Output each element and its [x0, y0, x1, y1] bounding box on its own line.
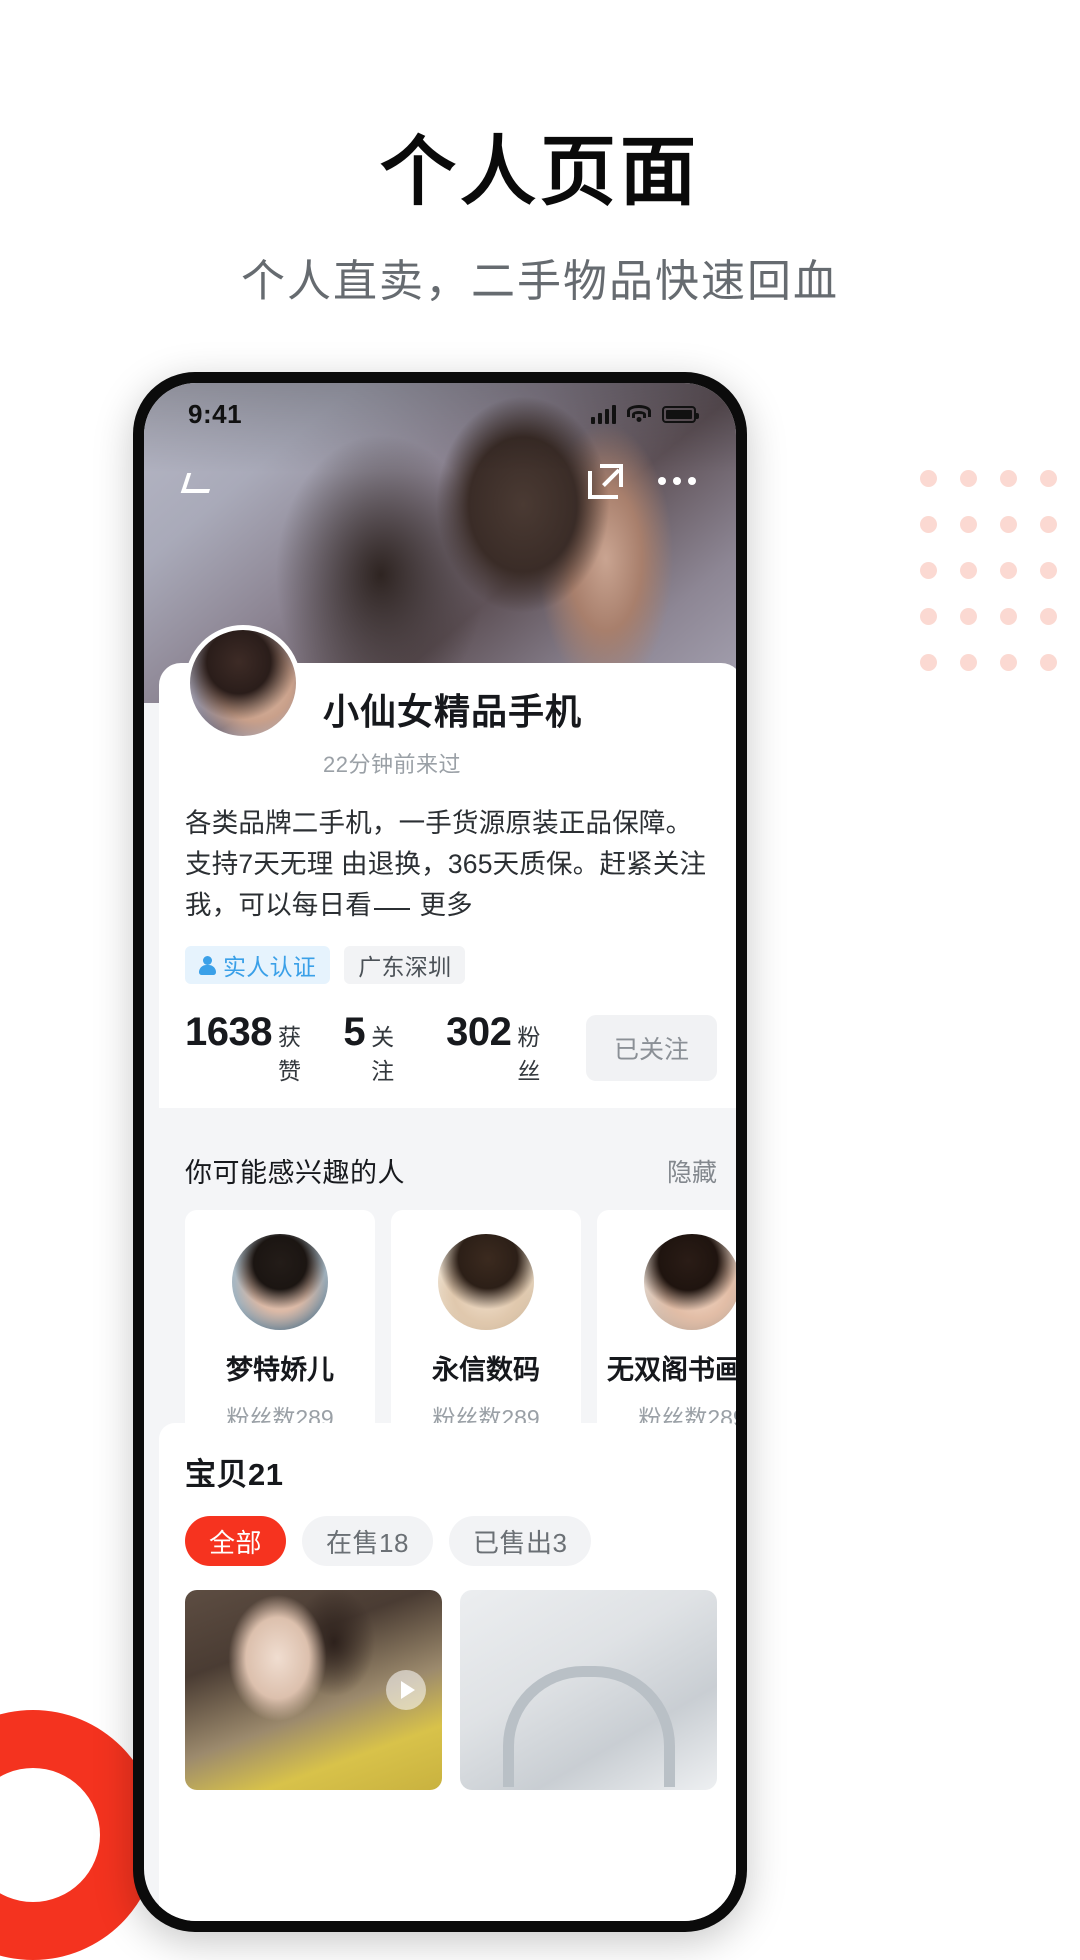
- suggested-user-avatar[interactable]: [232, 1234, 328, 1330]
- wifi-icon: [627, 405, 651, 423]
- profile-card: 小仙女精品手机 22分钟前来过 各类品牌二手机，一手货源原装正品保障。支持7天无…: [159, 625, 736, 1108]
- page-subtitle: 个人直卖，二手物品快速回血: [241, 257, 839, 307]
- goods-filter-chips: 全部 在售18 已售出3: [185, 1516, 717, 1566]
- suggested-user-name: 无双阁书画文献: [607, 1355, 736, 1385]
- nav-bar: [144, 445, 736, 517]
- goods-item[interactable]: [460, 1590, 717, 1790]
- phone-screen: 9:41 小仙女精品手机 22分钟前来过 各类品牌二手机，一手货源原装正品保障。…: [144, 383, 736, 1921]
- goods-item[interactable]: [185, 1590, 442, 1790]
- goods-grid: [185, 1590, 717, 1790]
- profile-name: 小仙女精品手机: [323, 691, 583, 732]
- profile-stats: 1638 获赞 5 关注 302 粉丝 已关注: [185, 1010, 717, 1086]
- suggested-user-name: 梦特娇儿: [226, 1355, 334, 1385]
- profile-identity: 小仙女精品手机 22分钟前来过: [323, 677, 582, 779]
- stat-following-value: 5: [343, 1010, 366, 1054]
- profile-bio[interactable]: 各类品牌二手机，一手货源原装正品保障。支持7天无理 由退换，365天质保。赶紧关…: [185, 803, 717, 926]
- back-arrow-icon[interactable]: [178, 461, 218, 501]
- bio-truncation-mark: [373, 908, 410, 910]
- suggested-user-name: 永信数码: [432, 1355, 540, 1385]
- status-time: 9:41: [188, 398, 243, 429]
- more-dots-icon[interactable]: [658, 477, 696, 485]
- profile-last-active: 22分钟前来过: [323, 752, 461, 777]
- stat-followers-label: 粉丝: [517, 1024, 541, 1084]
- avatar[interactable]: [185, 625, 301, 741]
- interested-people-title: 你可能感兴趣的人: [185, 1158, 405, 1188]
- status-bar: 9:41: [144, 383, 736, 445]
- chip-sold[interactable]: 已售出3: [448, 1516, 592, 1566]
- chip-all[interactable]: 全部: [185, 1516, 287, 1566]
- nav-actions: [588, 463, 696, 499]
- stat-following-label: 关注: [371, 1024, 395, 1084]
- profile-tags: 实人认证 广东深圳: [185, 946, 717, 984]
- profile-bio-more-link[interactable]: 更多: [419, 890, 472, 920]
- suggested-user-avatar[interactable]: [438, 1234, 534, 1330]
- share-external-icon[interactable]: [588, 463, 624, 499]
- status-indicators: [591, 404, 699, 424]
- goods-section: 宝贝21 全部 在售18 已售出3: [159, 1423, 736, 1921]
- stat-likes[interactable]: 1638 获赞: [185, 1010, 303, 1086]
- stat-following[interactable]: 5 关注: [343, 1010, 406, 1086]
- chip-on-sale[interactable]: 在售18: [302, 1516, 433, 1566]
- phone-mockup: 9:41 小仙女精品手机 22分钟前来过 各类品牌二手机，一手货源原装正品保障。…: [133, 372, 747, 1932]
- stat-followers[interactable]: 302 粉丝: [446, 1010, 546, 1086]
- tag-verified-label: 实人认证: [223, 954, 317, 980]
- stat-followers-value: 302: [446, 1010, 512, 1054]
- page-title: 个人页面: [380, 130, 700, 215]
- tag-location[interactable]: 广东深圳: [344, 946, 466, 984]
- play-icon: [386, 1670, 426, 1710]
- stat-likes-value: 1638: [185, 1010, 272, 1054]
- page-header: 个人页面 个人直卖，二手物品快速回血: [0, 0, 1080, 309]
- signal-bars-icon: [591, 404, 616, 424]
- follow-button[interactable]: 已关注: [585, 1015, 717, 1081]
- interested-people-header: 你可能感兴趣的人 隐藏: [159, 1151, 736, 1190]
- stat-likes-label: 获赞: [277, 1024, 301, 1084]
- profile-identity-row: 小仙女精品手机 22分钟前来过: [185, 625, 717, 779]
- person-verified-icon: [199, 955, 216, 975]
- goods-title: 宝贝21: [185, 1457, 284, 1492]
- hide-suggestions-button[interactable]: 隐藏: [667, 1153, 717, 1189]
- battery-icon: [662, 405, 699, 423]
- decorative-dot-grid: [920, 470, 1080, 710]
- tag-verified[interactable]: 实人认证: [185, 946, 331, 984]
- suggested-user-avatar[interactable]: [644, 1234, 736, 1330]
- tag-location-label: 广东深圳: [358, 954, 452, 980]
